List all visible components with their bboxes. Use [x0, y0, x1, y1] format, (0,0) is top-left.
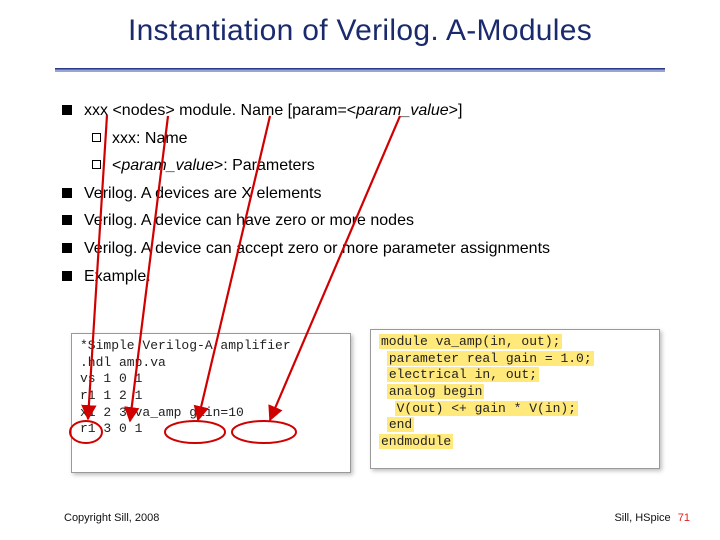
footer-right: Sill, HSpice 71 [614, 512, 690, 524]
page-number: 71 [674, 512, 690, 524]
bullet-zero-nodes: Verilog. A device can have zero or more … [58, 208, 680, 234]
bullet-param-value: <param_value>: Parameters [90, 153, 680, 179]
bullet-xxx-name: xxx: Name [90, 126, 680, 152]
bullet-zero-params: Verilog. A device can accept zero or mor… [58, 236, 680, 262]
netlist-codebox: *Simple Verilog-A amplifier .hdl amp.va … [71, 333, 351, 473]
slide-content: xxx <nodes> module. Name [param=<param_v… [58, 98, 680, 291]
title-underline [55, 68, 665, 72]
bullet-example: Example: [58, 264, 680, 290]
bullet-syntax: xxx <nodes> module. Name [param=<param_v… [58, 98, 680, 124]
example-figure: *Simple Verilog-A amplifier .hdl amp.va … [65, 325, 665, 485]
module-codebox: module va_amp(in, out); parameter real g… [370, 329, 660, 469]
slide: Instantiation of Verilog. A-Modules xxx … [0, 0, 720, 540]
copyright: Copyright Sill, 2008 [64, 512, 159, 524]
slide-title: Instantiation of Verilog. A-Modules [0, 14, 720, 48]
footer-label: Sill, HSpice [614, 512, 670, 524]
bullet-x-elements: Verilog. A devices are X elements [58, 181, 680, 207]
